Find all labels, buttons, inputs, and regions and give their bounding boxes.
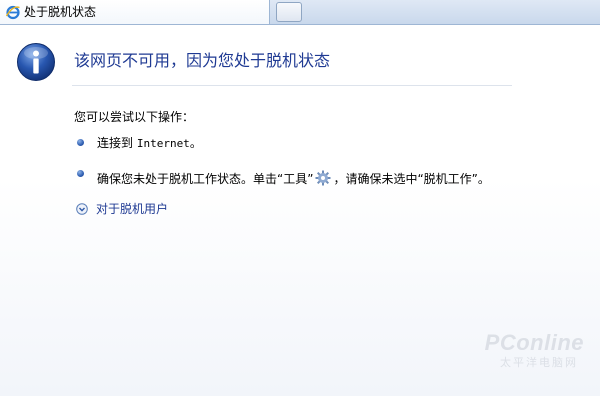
divider: [72, 85, 512, 86]
suggestion-text: 连接到: [97, 136, 137, 150]
watermark-logo: PConline: [484, 330, 584, 355]
offline-users-link[interactable]: 对于脱机用户: [96, 201, 168, 217]
suggestion-offline: 确保您未处于脱机工作状态。单击“工具” ，请确保未选中“脱机工作”。: [97, 170, 490, 187]
suggestion-keyword: Internet: [136, 137, 190, 150]
gear-icon: [315, 170, 331, 186]
tab-title: 处于脱机状态: [24, 5, 97, 19]
suggestion-text: 确保您未处于脱机工作状态。单击“工具”: [97, 172, 314, 186]
tab-bar: 处于脱机状态: [0, 0, 600, 25]
watermark-subtitle: 太平洋电脑网: [500, 356, 578, 369]
active-tab[interactable]: 处于脱机状态: [0, 0, 270, 24]
suggestion-text: ，请确保未选中“脱机工作”。: [333, 172, 490, 186]
bullet-icon: [77, 170, 84, 177]
suggestion-text: 。: [189, 136, 202, 150]
bullet-icon: [77, 139, 84, 146]
info-icon: [17, 43, 55, 81]
suggestions-heading: 您可以尝试以下操作：: [74, 110, 195, 124]
suggestion-connect: 连接到 Internet。: [97, 135, 202, 152]
page-title: 该网页不可用，因为您处于脱机状态: [74, 51, 331, 70]
watermark: PConline 太平洋电脑网: [464, 330, 584, 378]
internet-explorer-icon: [5, 5, 20, 20]
new-tab-button[interactable]: [276, 2, 302, 22]
expand-chevron-icon[interactable]: [76, 203, 88, 215]
